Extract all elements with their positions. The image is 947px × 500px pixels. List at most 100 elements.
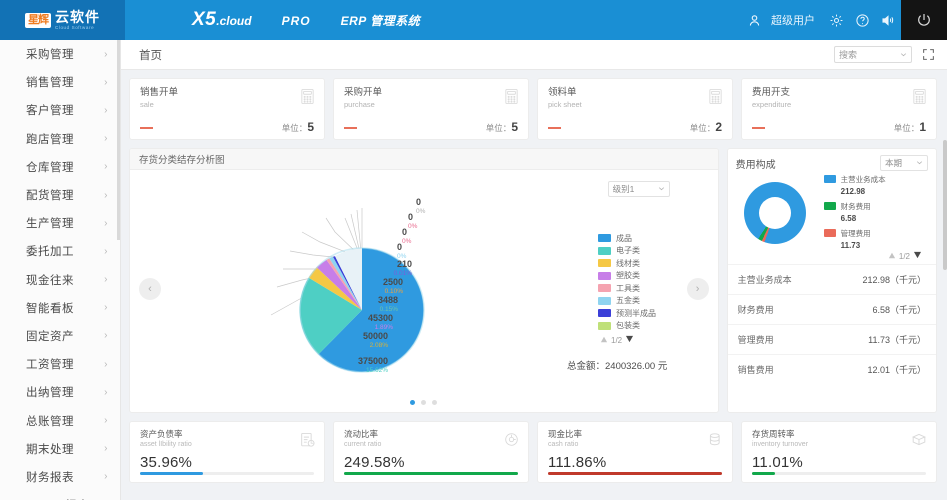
sidebar-item-0[interactable]: 采购管理 ›	[0, 40, 120, 68]
legend-item-4[interactable]: 工具类	[598, 282, 656, 295]
kpi-subtitle: expenditure	[752, 100, 792, 109]
level-select[interactable]: 级别1	[607, 181, 670, 197]
sidebar-item-2[interactable]: 客户管理 ›	[0, 96, 120, 124]
sidebar-item-10[interactable]: 固定资产 ›	[0, 322, 120, 350]
sidebar-item-label: 跑店管理	[26, 133, 74, 146]
cost-row-3[interactable]: 销售费用 12.01（千元）	[727, 354, 936, 384]
carousel-dot-1[interactable]	[421, 400, 427, 405]
donut-chart[interactable]: 主营业务成本 212.98 财务费用 6.58 管理费用 11.73	[728, 174, 936, 251]
carousel-dots[interactable]	[130, 400, 718, 405]
search-input[interactable]: 搜索	[834, 46, 912, 63]
user-name[interactable]: 超级用户	[771, 12, 815, 28]
power-icon[interactable]	[901, 0, 947, 40]
kpi-subtitle: purchase	[344, 100, 375, 109]
legend-page-down-icon[interactable]	[625, 335, 634, 345]
chevron-right-icon: ›	[104, 189, 108, 201]
period-select[interactable]: 本期	[880, 155, 928, 171]
top-bar: 星辉 云软件 Cloud Software X5 .cloud PRO ERP …	[0, 0, 947, 40]
legend-label: 管理费用	[840, 228, 871, 238]
sidebar-item-13[interactable]: 总账管理 ›	[0, 406, 120, 434]
legend-item-1[interactable]: 电子类	[598, 245, 656, 258]
legend-page-up-icon[interactable]	[600, 336, 608, 345]
sidebar-item-4[interactable]: 仓库管理 ›	[0, 153, 120, 181]
ratio-value: 249.58%	[344, 454, 405, 471]
legend-label: 工具类	[616, 283, 640, 293]
cost-row-value: 11.73（千元）	[868, 335, 926, 345]
fullscreen-icon[interactable]	[922, 48, 935, 61]
sidebar-item-5[interactable]: 配货管理 ›	[0, 181, 120, 209]
sound-icon[interactable]	[875, 0, 901, 40]
legend-swatch	[823, 201, 836, 210]
gear-icon[interactable]	[823, 0, 849, 40]
sidebar-item-8[interactable]: 现金往来 ›	[0, 266, 120, 294]
sidebar-item-1[interactable]: 销售管理 ›	[0, 68, 120, 96]
sidebar-item-label: 配货管理	[26, 190, 74, 203]
calculator-icon	[300, 88, 315, 108]
chevron-right-icon: ›	[104, 133, 108, 145]
sidebar-scrollbar[interactable]	[117, 40, 120, 240]
legend-swatch	[823, 174, 836, 183]
legend-label: 主营业务成本	[840, 174, 886, 184]
sidebar-item-12[interactable]: 出纳管理 ›	[0, 378, 120, 406]
legend-item-7[interactable]: 包装类	[598, 320, 656, 333]
donut-legend-item-0[interactable]: 主营业务成本 212.98	[823, 173, 886, 197]
ratio-card-asset-liability[interactable]: 资产负债率 asset lIbility ratio 35.96%	[129, 421, 325, 483]
legend-item-0[interactable]: 成品	[598, 232, 656, 245]
kpi-divider	[344, 127, 357, 129]
app-logo[interactable]: 星辉 云软件 Cloud Software	[0, 0, 125, 40]
ratio-card-cash-ratio[interactable]: 现金比率 cash ratio 111.86%	[537, 421, 733, 483]
document-chart-icon	[300, 432, 315, 451]
legend-label: 线材类	[616, 258, 640, 268]
carousel-dot-0[interactable]	[410, 400, 416, 405]
legend-item-3[interactable]: 塑胶类	[598, 270, 656, 283]
sidebar-item-9[interactable]: 智能看板 ›	[0, 294, 120, 322]
legend-swatch	[598, 234, 611, 243]
sidebar-item-label: 智能看板	[26, 302, 74, 315]
cost-row-2[interactable]: 管理费用 11.73（千元）	[727, 324, 936, 354]
pie-label-5: 2500 0.10%	[382, 277, 403, 295]
ratio-card-inventory-turnover[interactable]: 存货周转率 inventory turnover 11.01%	[741, 421, 937, 483]
chevron-right-icon: ›	[104, 386, 108, 398]
kpi-card-sale[interactable]: 销售开单 sale 单位：5	[129, 78, 325, 140]
user-icon[interactable]	[741, 0, 767, 40]
kpi-unit-label: 单位：	[893, 123, 920, 133]
legend-page-down-icon[interactable]	[913, 251, 922, 261]
carousel-dot-2[interactable]	[432, 400, 438, 405]
kpi-card-row: 销售开单 sale 单位：5 采购开单 purchase 单位：5 领料单 pi…	[129, 78, 937, 140]
cost-row-0[interactable]: 主营业务成本 212.98（千元）	[727, 264, 936, 294]
sidebar-item-16[interactable]: Builder报表 ›	[0, 491, 120, 500]
legend-swatch	[598, 284, 611, 293]
donut-legend-item-1[interactable]: 财务费用 6.58	[823, 200, 886, 224]
kpi-card-expenditure[interactable]: 费用开支 expenditure 单位：1	[741, 78, 937, 140]
sidebar-item-3[interactable]: 跑店管理 ›	[0, 125, 120, 153]
legend-item-6[interactable]: 预测半成品	[598, 307, 656, 320]
legend-page-up-icon[interactable]	[888, 252, 896, 261]
sidebar-item-label: 出纳管理	[26, 387, 74, 400]
ratio-card-current-ratio[interactable]: 流动比率 current ratio 249.58%	[333, 421, 529, 483]
sidebar-item-11[interactable]: 工资管理 ›	[0, 350, 120, 378]
legend-item-2[interactable]: 线材类	[598, 257, 656, 270]
legend-label: 塑胶类	[616, 271, 640, 281]
kpi-subtitle: sale	[140, 100, 154, 109]
level-select-value: 级别1	[612, 184, 635, 194]
sidebar-item-6[interactable]: 生产管理 ›	[0, 209, 120, 237]
sidebar[interactable]: 采购管理 › 销售管理 › 客户管理 › 跑店管理 › 仓库管理 › 配货管理 …	[0, 40, 121, 500]
cost-row-1[interactable]: 财务费用 6.58（千元）	[727, 294, 936, 324]
legend-pager[interactable]: 1/2	[600, 335, 656, 345]
logo-title: 云软件	[55, 8, 100, 25]
breadcrumb[interactable]: 首页	[139, 47, 162, 63]
help-icon[interactable]	[849, 0, 875, 40]
legend-page-indicator: 1/2	[611, 335, 623, 345]
kpi-unit: 单位：5	[282, 120, 314, 134]
donut-legend-item-2[interactable]: 管理费用 11.73	[823, 227, 886, 251]
carousel-next-button[interactable]: ›	[686, 278, 709, 300]
kpi-card-pick-sheet[interactable]: 领料单 pick sheet 单位：2	[537, 78, 733, 140]
sidebar-item-15[interactable]: 财务报表 ›	[0, 463, 120, 491]
sidebar-item-7[interactable]: 委托加工 ›	[0, 237, 120, 265]
kpi-unit: 单位：2	[690, 120, 722, 134]
kpi-card-purchase[interactable]: 采购开单 purchase 单位：5	[333, 78, 529, 140]
sidebar-item-14[interactable]: 期末处理 ›	[0, 435, 120, 463]
legend-item-5[interactable]: 五金类	[598, 295, 656, 308]
chevron-right-icon: ›	[104, 274, 108, 286]
page-scrollbar[interactable]	[943, 140, 947, 270]
